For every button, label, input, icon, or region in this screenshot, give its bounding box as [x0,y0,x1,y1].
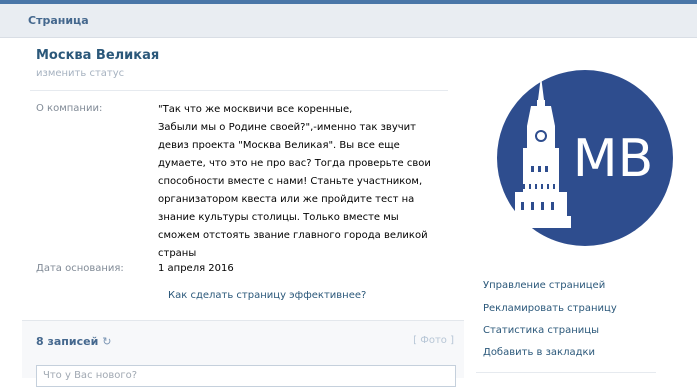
post-input[interactable]: Что у Вас нового? [36,365,456,387]
effective-page-link[interactable]: Как сделать страницу эффективнее? [168,290,366,301]
info-divider [30,90,448,91]
posts-section: 8 записей ↻ [ Фото ] Что у Вас нового? [22,320,464,387]
moscow-kremlin-logo-icon: МВ [497,70,673,246]
founded-value: 1 апреля 2016 [158,263,234,274]
add-bookmark-link[interactable]: Добавить в закладки [483,347,595,358]
change-status-link[interactable]: изменить статус [36,68,124,79]
about-text: "Так что же москвичи все коренные, Забыл… [158,104,431,259]
logo-initials: МВ [573,129,654,189]
posts-count[interactable]: 8 записей ↻ [36,335,112,348]
sidebar-divider [476,372,656,373]
page-header: Страница [0,4,697,38]
posts-count-label: 8 записей [36,335,99,348]
page-avatar[interactable]: МВ [497,70,673,246]
founded-label: Дата основания: [36,263,124,274]
about-label: О компании: [36,103,103,114]
refresh-icon[interactable]: ↻ [102,335,111,348]
header-title: Страница [28,14,89,27]
page-statistics-link[interactable]: Статистика страницы [483,325,599,336]
advertise-page-link[interactable]: Рекламировать страницу [483,303,617,314]
manage-page-link[interactable]: Управление страницей [483,280,605,291]
page-name: Москва Великая [36,48,160,63]
photo-link[interactable]: [ Фото ] [413,335,454,346]
